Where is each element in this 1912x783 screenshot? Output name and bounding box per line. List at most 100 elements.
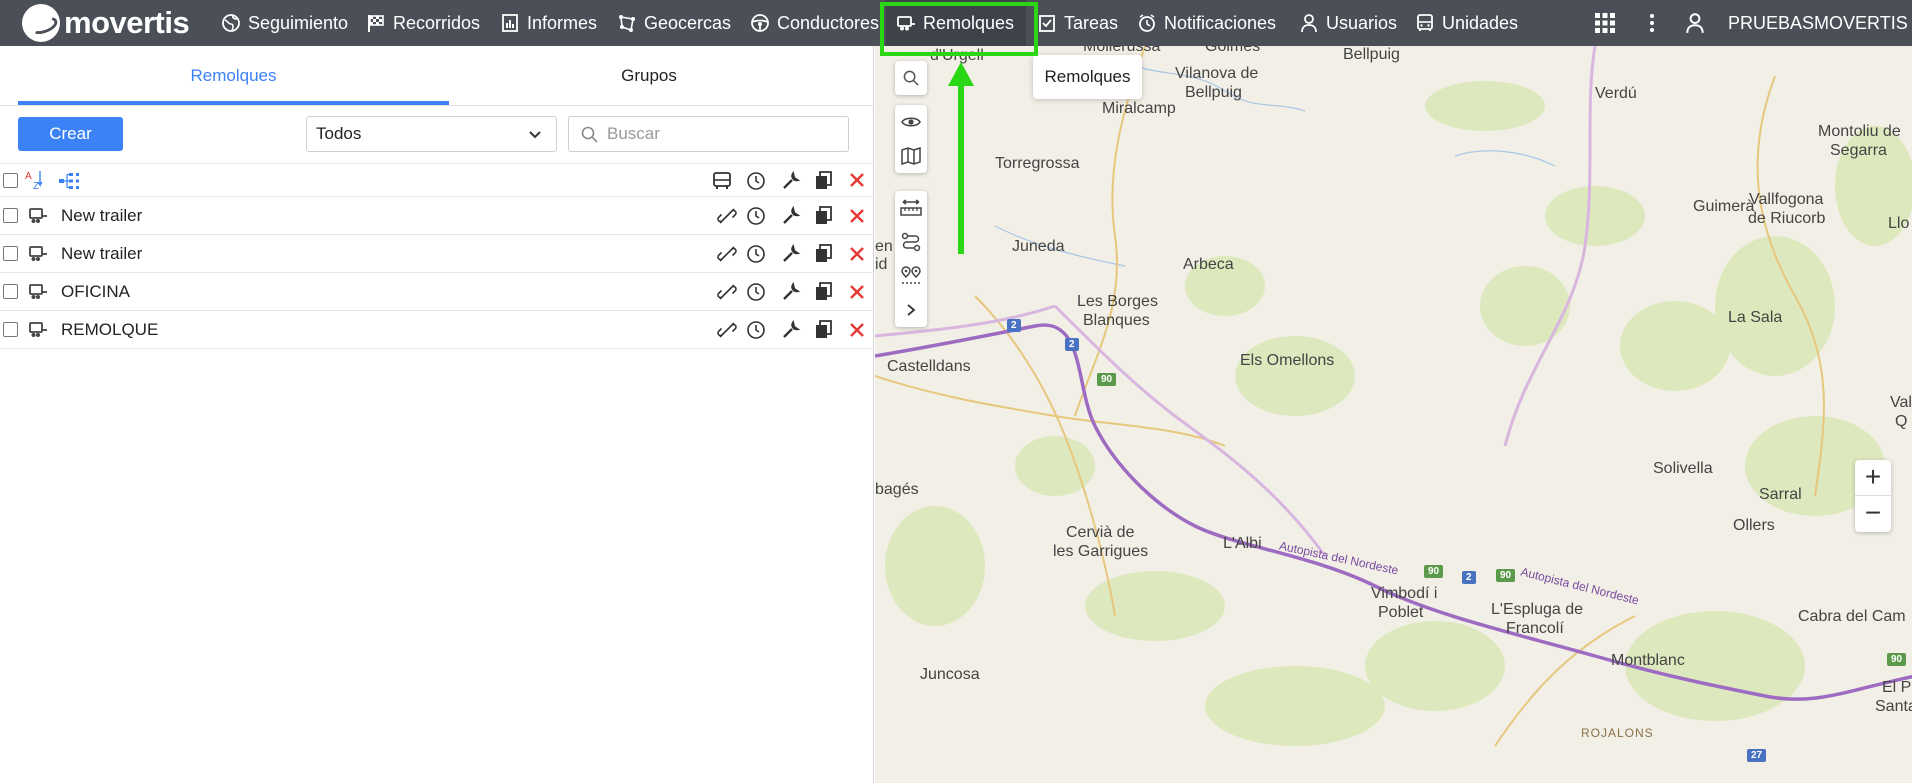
account-user-icon[interactable] [1684, 12, 1706, 34]
wrench-icon[interactable] [781, 244, 801, 264]
nav-seguimiento[interactable]: Seguimiento [221, 0, 348, 46]
search-placeholder: Buscar [607, 124, 660, 143]
trailer-name[interactable]: New trailer [61, 235, 142, 273]
road-shield: 90 [1496, 569, 1516, 582]
nav-informes[interactable]: Informes [500, 0, 597, 46]
nav-notificaciones[interactable]: Notificaciones [1137, 0, 1276, 46]
map-label: Poblet [1378, 604, 1424, 621]
svg-text:A: A [25, 171, 32, 182]
map-search-button[interactable] [895, 61, 927, 95]
expand-toolbar-button[interactable] [895, 293, 927, 327]
row-checkbox[interactable] [3, 246, 18, 261]
map-label: Val [1890, 394, 1912, 411]
delete-icon[interactable] [849, 284, 865, 300]
map-layers-button[interactable] [895, 139, 927, 173]
brand-logo-mark-icon [22, 4, 60, 42]
bus-icon [1417, 14, 1433, 31]
history-clock-icon[interactable] [746, 320, 766, 340]
map-label: Verdú [1595, 85, 1637, 102]
trailer-name[interactable]: New trailer [61, 197, 142, 235]
trailer-row[interactable]: OFICINA [0, 273, 874, 311]
duplicate-icon[interactable] [815, 244, 833, 264]
apps-grid-icon[interactable] [1594, 12, 1616, 34]
wrench-icon[interactable] [781, 206, 801, 226]
chevron-right-icon [907, 304, 916, 316]
nav-label: Informes [527, 12, 598, 33]
filter-select[interactable]: Todos [306, 116, 557, 152]
map-tools-toolbar [895, 191, 927, 327]
nav-geocercas[interactable]: Geocercas [617, 0, 731, 46]
delete-icon[interactable] [849, 172, 865, 188]
zoom-out-button[interactable]: − [1855, 496, 1891, 532]
chevron-down-icon [529, 131, 541, 139]
map-label: les Garrigues [1053, 543, 1149, 560]
nav-label: Usuarios [1326, 12, 1398, 33]
search-input[interactable]: Buscar [568, 116, 849, 152]
row-checkbox[interactable] [3, 322, 18, 337]
brand-name: movertis [64, 5, 190, 40]
tab-grupos[interactable]: Grupos [449, 46, 849, 106]
trailer-name[interactable]: OFICINA [61, 273, 130, 311]
zoom-control: + − [1855, 460, 1891, 532]
map-label: Montoliu de [1818, 123, 1901, 140]
user-icon [1301, 14, 1317, 33]
tab-remolques[interactable]: Remolques [18, 46, 449, 106]
duplicate-icon[interactable] [815, 171, 833, 191]
nav-conductores[interactable]: Conductores [750, 0, 879, 46]
wrench-icon[interactable] [781, 320, 801, 340]
measure-distance-button[interactable] [895, 191, 927, 225]
trailer-row[interactable]: New trailer [0, 235, 874, 273]
duplicate-icon[interactable] [815, 282, 833, 302]
history-clock-icon[interactable] [746, 206, 766, 226]
nav-unidades[interactable]: Unidades [1415, 0, 1518, 46]
delete-icon[interactable] [849, 322, 865, 338]
trailer-icon [29, 246, 47, 261]
unlink-icon[interactable] [717, 282, 737, 302]
history-clock-icon[interactable] [746, 244, 766, 264]
more-vertical-icon[interactable] [1648, 12, 1656, 34]
map-label: Guimerà [1693, 198, 1755, 215]
points-button[interactable] [895, 259, 927, 293]
nav-tareas[interactable]: Tareas [1037, 0, 1118, 46]
group-tree-icon[interactable] [59, 172, 81, 190]
nav-label: Notificaciones [1164, 12, 1277, 33]
route-button[interactable] [895, 225, 927, 259]
history-clock-icon[interactable] [746, 282, 766, 302]
create-button[interactable]: Crear [18, 117, 123, 151]
row-checkbox[interactable] [3, 284, 18, 299]
trailer-row[interactable]: REMOLQUE [0, 311, 874, 349]
map-label: L'Albi [1223, 535, 1262, 552]
wrench-icon[interactable] [781, 171, 801, 191]
row-checkbox[interactable] [3, 208, 18, 223]
brand-logo[interactable]: movertis [22, 4, 190, 42]
duplicate-icon[interactable] [815, 206, 833, 226]
unlink-icon[interactable] [717, 244, 737, 264]
trailer-name[interactable]: REMOLQUE [61, 311, 158, 349]
bus-column-icon[interactable] [711, 171, 733, 191]
delete-icon[interactable] [849, 208, 865, 224]
nav-usuarios[interactable]: Usuarios [1299, 0, 1397, 46]
map-icon [901, 147, 921, 165]
nav-remolques[interactable]: Remolques [886, 0, 1027, 46]
geofence-icon [619, 15, 635, 32]
zoom-in-button[interactable]: + [1855, 460, 1891, 496]
select-all-checkbox[interactable] [3, 173, 18, 188]
map-label: Vilanova de [1175, 65, 1259, 82]
map-pins-icon [901, 266, 921, 284]
map-view[interactable]: d'Urgell Mollerussa Golmés Bellpuig Vila… [875, 46, 1912, 783]
nav-label: Remolques [923, 12, 1015, 33]
sort-az-icon[interactable]: A Z [25, 169, 45, 191]
history-clock-icon[interactable] [746, 171, 766, 191]
duplicate-icon[interactable] [815, 320, 833, 340]
wrench-icon[interactable] [781, 282, 801, 302]
map-search-toolbar [895, 61, 927, 95]
delete-icon[interactable] [849, 246, 865, 262]
nav-recorridos[interactable]: Recorridos [366, 0, 480, 46]
unlink-icon[interactable] [717, 206, 737, 226]
visibility-button[interactable] [895, 105, 927, 139]
map-label: El Pla d [1882, 679, 1912, 696]
map-label: Vimbodí i [1371, 585, 1438, 602]
unlink-icon[interactable] [717, 320, 737, 340]
trailer-row[interactable]: New trailer [0, 197, 874, 235]
username-label[interactable]: PRUEBASMOVERTIS [1728, 0, 1908, 46]
